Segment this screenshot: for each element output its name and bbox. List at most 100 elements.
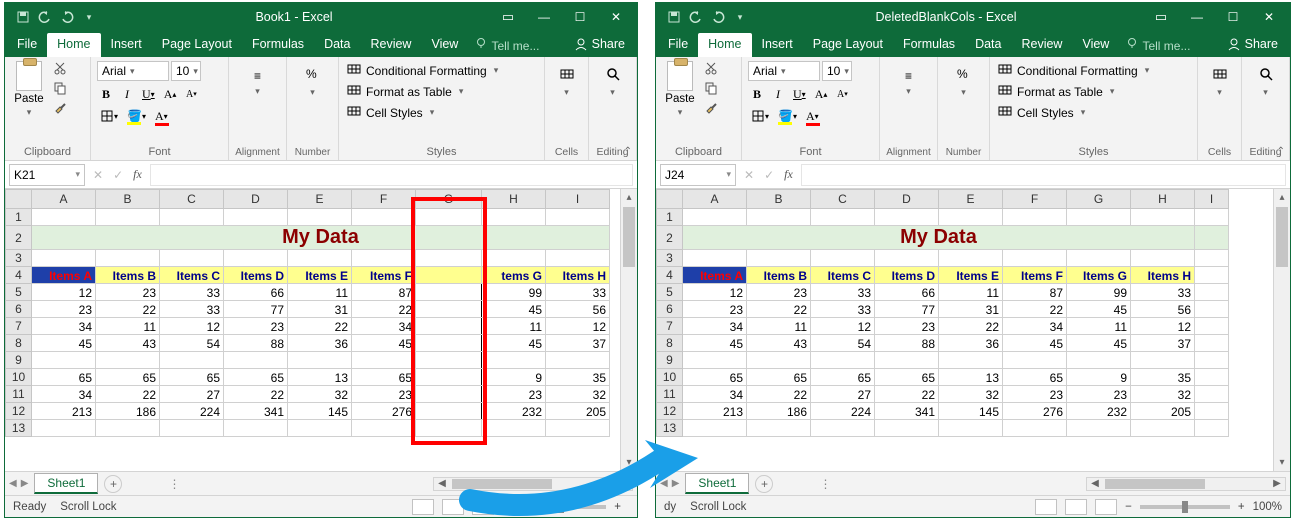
cell[interactable] (747, 250, 811, 267)
format-painter-icon[interactable] (702, 99, 720, 115)
cell[interactable]: 35 (1131, 369, 1195, 386)
formula-input[interactable] (150, 164, 633, 186)
header-cell[interactable]: Items C (811, 267, 875, 284)
cell[interactable] (546, 420, 610, 437)
cell[interactable] (683, 420, 747, 437)
cell[interactable]: 65 (160, 369, 224, 386)
cell[interactable]: 224 (160, 403, 224, 420)
scroll-right-icon[interactable]: ▶ (616, 478, 632, 490)
cell[interactable] (352, 250, 416, 267)
cell[interactable]: 27 (811, 386, 875, 403)
scroll-left-icon[interactable]: ◀ (434, 478, 450, 490)
bold-button[interactable]: B (97, 85, 115, 103)
cell[interactable] (939, 250, 1003, 267)
col-header-I[interactable]: I (1195, 190, 1229, 209)
cell[interactable] (416, 301, 482, 318)
cell[interactable]: 88 (224, 335, 288, 352)
scroll-right-icon[interactable]: ▶ (1269, 478, 1285, 490)
ribbon-display-icon[interactable]: ▭ (1144, 6, 1178, 28)
cell[interactable]: 43 (96, 335, 160, 352)
cell[interactable]: 56 (546, 301, 610, 318)
cell[interactable]: 87 (1003, 284, 1067, 301)
cell[interactable] (32, 352, 96, 369)
cell[interactable] (1195, 369, 1229, 386)
ribbon-display-icon[interactable]: ▭ (491, 6, 525, 28)
cell[interactable]: 276 (1003, 403, 1067, 420)
row-header-1[interactable]: 1 (6, 209, 32, 226)
cell[interactable] (1195, 284, 1229, 301)
row-header-13[interactable]: 13 (6, 420, 32, 437)
col-header-B[interactable]: B (96, 190, 160, 209)
cell-styles-button[interactable]: Cell Styles▾ (996, 103, 1191, 122)
cell[interactable]: 205 (546, 403, 610, 420)
row-header-9[interactable]: 9 (657, 352, 683, 369)
cell[interactable] (1195, 250, 1229, 267)
cell[interactable] (482, 352, 546, 369)
conditional-formatting-button[interactable]: Conditional Formatting▾ (996, 61, 1191, 80)
sheet-nav-prev-icon[interactable]: ◀ (9, 478, 17, 489)
increase-font-icon[interactable]: A▴ (161, 85, 180, 103)
col-header-H[interactable]: H (1131, 190, 1195, 209)
undo-icon[interactable] (688, 9, 704, 25)
zoom-slider[interactable] (516, 505, 606, 509)
decrease-font-icon[interactable]: A▾ (182, 85, 200, 103)
row-header-10[interactable]: 10 (657, 369, 683, 386)
collapse-ribbon-icon[interactable]: ⌃ (624, 146, 632, 157)
tab-file[interactable]: File (658, 33, 698, 57)
header-cell[interactable]: tems G (482, 267, 546, 284)
select-all-corner[interactable] (657, 190, 683, 209)
cell[interactable] (1067, 352, 1131, 369)
cell[interactable] (416, 284, 482, 301)
cell[interactable]: 341 (224, 403, 288, 420)
row-header-8[interactable]: 8 (657, 335, 683, 352)
scroll-up-icon[interactable]: ▴ (1274, 189, 1290, 206)
sheet-nav-next-icon[interactable]: ▶ (672, 478, 680, 489)
cancel-icon[interactable]: ✕ (744, 168, 754, 182)
cell[interactable]: 88 (875, 335, 939, 352)
row-header-11[interactable]: 11 (6, 386, 32, 403)
view-page-break-icon[interactable] (1095, 499, 1117, 515)
maximize-icon[interactable]: ☐ (1216, 6, 1250, 28)
cell[interactable]: 54 (811, 335, 875, 352)
cell[interactable] (482, 209, 546, 226)
zoom-out-button[interactable]: − (1125, 501, 1132, 513)
cell[interactable]: 13 (939, 369, 1003, 386)
share-button[interactable]: Share (564, 33, 635, 57)
cell[interactable]: 276 (352, 403, 416, 420)
alignment-button[interactable]: ≡▾ (235, 61, 280, 97)
cell[interactable]: 22 (288, 318, 352, 335)
cell-styles-button[interactable]: Cell Styles▾ (345, 103, 538, 122)
underline-button[interactable]: U▾ (790, 85, 809, 103)
scroll-down-icon[interactable]: ▾ (621, 454, 637, 471)
row-header-5[interactable]: 5 (6, 284, 32, 301)
cell[interactable] (288, 352, 352, 369)
cell[interactable] (416, 335, 482, 352)
cell[interactable] (683, 352, 747, 369)
cell[interactable]: 65 (96, 369, 160, 386)
cell[interactable]: 45 (482, 301, 546, 318)
cell[interactable]: 33 (811, 301, 875, 318)
cell[interactable]: 12 (546, 318, 610, 335)
header-cell[interactable]: Items F (1003, 267, 1067, 284)
cell[interactable]: 12 (32, 284, 96, 301)
sheet-nav-prev-icon[interactable]: ◀ (660, 478, 668, 489)
cell[interactable] (416, 352, 482, 369)
cell[interactable]: 23 (32, 301, 96, 318)
header-cell[interactable]: Items H (1131, 267, 1195, 284)
col-header-D[interactable]: D (224, 190, 288, 209)
cell[interactable]: 23 (875, 318, 939, 335)
cell[interactable]: 22 (747, 386, 811, 403)
cell[interactable] (160, 209, 224, 226)
fill-color-icon[interactable]: 🪣▾ (124, 107, 149, 125)
redo-icon[interactable] (710, 9, 726, 25)
maximize-icon[interactable]: ☐ (563, 6, 597, 28)
cell[interactable] (546, 250, 610, 267)
cell[interactable]: 32 (546, 386, 610, 403)
tab-page layout[interactable]: Page Layout (152, 33, 242, 57)
cell[interactable] (747, 420, 811, 437)
title-cell[interactable]: My Data (683, 226, 1195, 250)
alignment-button[interactable]: ≡▾ (886, 61, 931, 97)
cut-icon[interactable] (702, 61, 720, 77)
cell[interactable] (96, 209, 160, 226)
number-format-button[interactable]: %▾ (293, 61, 332, 98)
